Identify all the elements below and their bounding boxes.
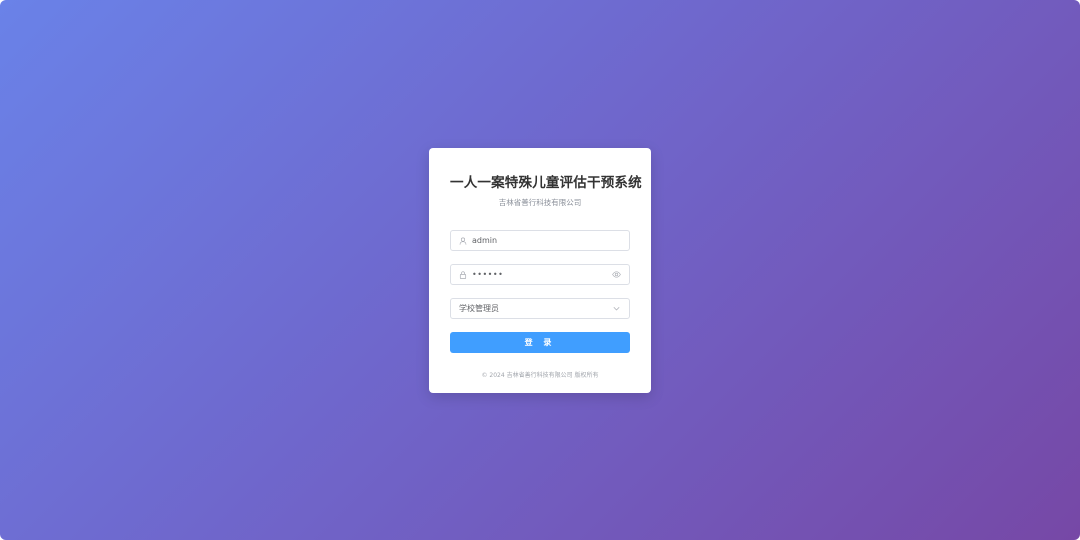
lock-icon bbox=[459, 270, 467, 279]
company-subtitle: 吉林省善行科技有限公司 bbox=[498, 198, 582, 207]
password-value[interactable]: •••••• bbox=[472, 270, 612, 279]
password-field[interactable]: •••••• bbox=[450, 264, 630, 285]
chevron-down-icon[interactable] bbox=[612, 304, 621, 313]
role-selected-value[interactable]: 学校管理员 bbox=[459, 303, 612, 314]
user-icon bbox=[459, 237, 467, 245]
login-button[interactable]: 登 录 bbox=[450, 332, 630, 353]
copyright-footer: © 2024 吉林省善行科技有限公司 版权所有 bbox=[481, 372, 599, 379]
system-title: 一人一案特殊儿童评估干预系统 bbox=[450, 175, 642, 191]
username-field[interactable]: admin bbox=[450, 230, 630, 251]
role-select[interactable]: 学校管理员 bbox=[450, 298, 630, 319]
page-background: 一人一案特殊儿童评估干预系统 吉林省善行科技有限公司 admin •••••• bbox=[0, 0, 1080, 540]
eye-icon[interactable] bbox=[612, 270, 621, 279]
username-value[interactable]: admin bbox=[472, 236, 621, 245]
login-card: 一人一案特殊儿童评估干预系统 吉林省善行科技有限公司 admin •••••• bbox=[429, 148, 651, 393]
